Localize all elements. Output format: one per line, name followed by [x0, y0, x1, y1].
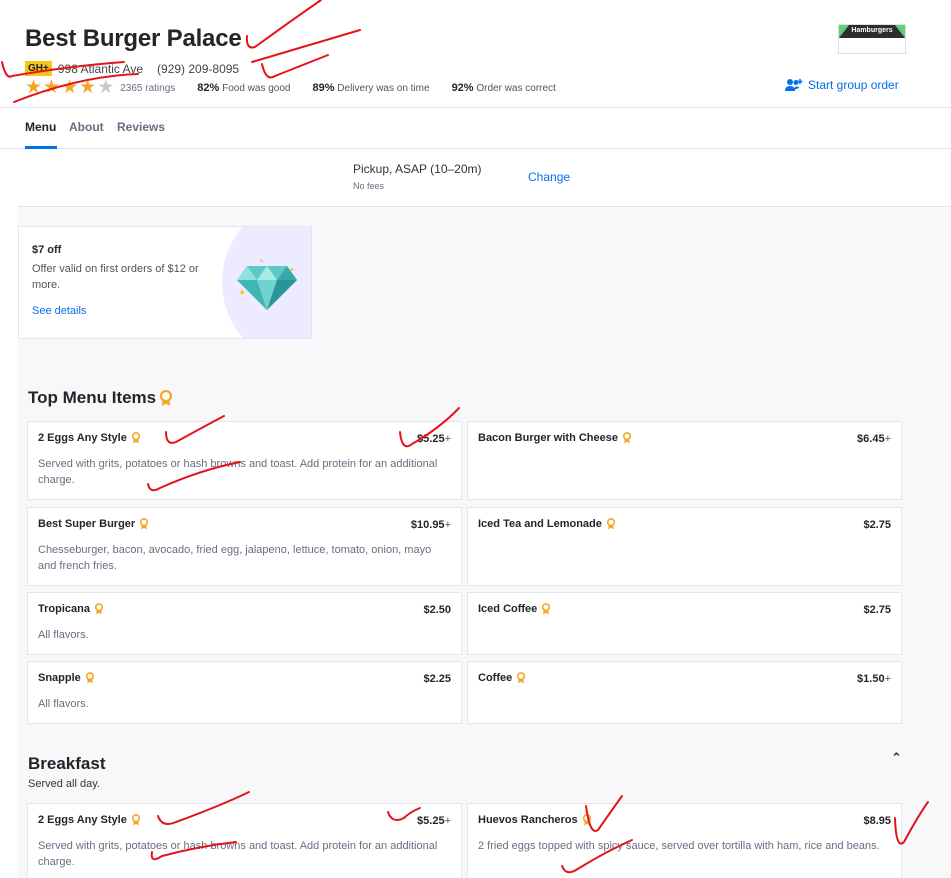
menu-item-price: $2.50: [423, 604, 451, 616]
star-icon: ★: [43, 77, 61, 98]
menu-item-card[interactable]: Coffee $1.50+: [467, 661, 902, 724]
menu-item-description: Served with grits, potatoes or hash brow…: [38, 458, 438, 486]
menu-item-description: Chesseburger, bacon, avocado, fried egg,…: [38, 544, 432, 572]
menu-item-card[interactable]: Tropicana $2.50 All flavors.: [27, 592, 462, 655]
tab-reviews[interactable]: Reviews: [117, 120, 165, 134]
chevron-up-icon[interactable]: ⌃: [891, 750, 902, 766]
menu-item-price: $8.95: [863, 815, 891, 827]
offer-description: Offer valid on first orders of $12 or mo…: [32, 263, 199, 291]
menu-item-card[interactable]: Bacon Burger with Cheese $6.45+: [467, 421, 902, 500]
menu-item-card[interactable]: Huevos Rancheros $8.95 2 fried eggs topped…: [467, 803, 902, 878]
breakfast-subtitle: Served all day.: [28, 778, 100, 790]
tab-bar: Menu About Reviews: [0, 108, 951, 149]
menu-item-card[interactable]: Iced Tea and Lemonade $2.75: [467, 507, 902, 586]
ribbon-icon: [85, 672, 94, 684]
ribbon-icon: [131, 814, 140, 826]
restaurant-logo: Hamburgers: [838, 24, 906, 54]
pickup-mode: Pickup, ASAP (10–20m): [353, 162, 482, 176]
group-order-icon: [785, 79, 803, 91]
star-icon: ★: [79, 77, 97, 98]
menu-item-price: $5.25+: [417, 433, 451, 445]
star-icon: ★: [25, 77, 43, 98]
see-details-link[interactable]: See details: [32, 305, 86, 317]
offer-title: $7 off: [32, 244, 62, 256]
menu-item-card[interactable]: Snapple $2.25 All flavors.: [27, 661, 462, 724]
top-menu-items-heading: Top Menu Items: [28, 388, 173, 408]
menu-item-name: 2 Eggs Any Style: [38, 432, 141, 444]
menu-item-name: Coffee: [478, 672, 526, 684]
ribbon-icon: [160, 389, 173, 406]
menu-item-card[interactable]: Best Super Burger $10.95+ Chesseburger, ba…: [27, 507, 462, 586]
ribbon-icon: [582, 814, 591, 826]
menu-item-name: Best Super Burger: [38, 518, 149, 530]
menu-item-card[interactable]: 2 Eggs Any Style $5.25+ Served with grits,…: [27, 421, 462, 500]
menu-item-card[interactable]: 2 Eggs Any Style $5.25+ Served with grits,…: [27, 803, 462, 878]
ribbon-icon: [131, 432, 140, 444]
rating-count: 2365 ratings: [120, 82, 176, 94]
menu-item-name: Snapple: [38, 672, 95, 684]
menu-item-name: 2 Eggs Any Style: [38, 814, 141, 826]
menu-item-price: $2.25: [423, 673, 451, 685]
menu-item-name: Bacon Burger with Cheese: [478, 432, 632, 444]
menu-item-name: Huevos Rancheros: [478, 814, 592, 826]
star-icon: ★: [97, 77, 115, 98]
diamond-icon: ✦ ✦ ✦: [237, 258, 297, 310]
stat-food: 82% Food was good: [197, 82, 291, 94]
ribbon-icon: [542, 603, 551, 615]
active-tab-indicator: [25, 146, 57, 149]
ribbon-icon: [94, 603, 104, 615]
stat-delivery: 89% Delivery was on time: [312, 82, 430, 94]
restaurant-phone[interactable]: (929) 209-8095: [157, 62, 239, 76]
ghplus-badge: GH+: [25, 61, 52, 76]
menu-item-description: All flavors.: [38, 629, 89, 641]
change-pickup-button[interactable]: Change: [528, 170, 570, 184]
menu-item-price: $10.95+: [410, 519, 451, 531]
menu-item-name: Iced Coffee: [478, 603, 551, 615]
ribbon-icon: [140, 518, 149, 530]
ribbon-icon: [517, 672, 526, 684]
ribbon-icon: [622, 432, 632, 444]
svg-text:✦: ✦: [259, 258, 264, 265]
svg-text:✦: ✦: [289, 266, 295, 274]
tab-about[interactable]: About: [69, 120, 104, 134]
restaurant-address[interactable]: 998 Atlantic Ave: [58, 62, 143, 76]
pickup-bar: Pickup, ASAP (10–20m) No fees Change: [18, 150, 951, 207]
pickup-fees: No fees: [353, 181, 385, 191]
menu-item-name: Iced Tea and Lemonade: [478, 518, 616, 530]
menu-item-price: $2.75: [863, 519, 891, 531]
breakfast-heading: Breakfast: [28, 754, 106, 773]
restaurant-header: Best Burger Palace GH+ 998 Atlantic Ave …: [0, 0, 951, 108]
ratings-row[interactable]: ★ ★ ★ ★ ★ 2365 ratings 82% Food was good…: [25, 77, 556, 98]
ribbon-icon: [606, 518, 615, 530]
menu-item-price: $1.50+: [857, 673, 891, 685]
menu-item-name: Tropicana: [38, 603, 104, 615]
rating-stars: ★ ★ ★ ★ ★: [25, 77, 115, 98]
start-group-order-button[interactable]: Start group order: [785, 78, 899, 92]
star-icon: ★: [61, 77, 79, 98]
logo-text: Hamburgers: [839, 25, 905, 38]
menu-item-card[interactable]: Iced Coffee $2.75: [467, 592, 902, 655]
menu-item-price: $6.45+: [857, 433, 891, 445]
menu-item-description: 2 fried eggs topped with spicy sauce, se…: [478, 840, 880, 852]
svg-text:✦: ✦: [238, 288, 246, 299]
restaurant-name: Best Burger Palace: [25, 25, 242, 52]
restaurant-info: GH+ 998 Atlantic Ave (929) 209-8095: [25, 61, 239, 76]
stat-order: 92% Order was correct: [451, 82, 556, 94]
menu-item-description: All flavors.: [38, 698, 89, 710]
menu-item-description: Served with grits, potatoes or hash brow…: [38, 840, 438, 868]
tab-menu[interactable]: Menu: [25, 120, 56, 134]
menu-item-price: $5.25+: [417, 815, 451, 827]
menu-item-price: $2.75: [863, 604, 891, 616]
